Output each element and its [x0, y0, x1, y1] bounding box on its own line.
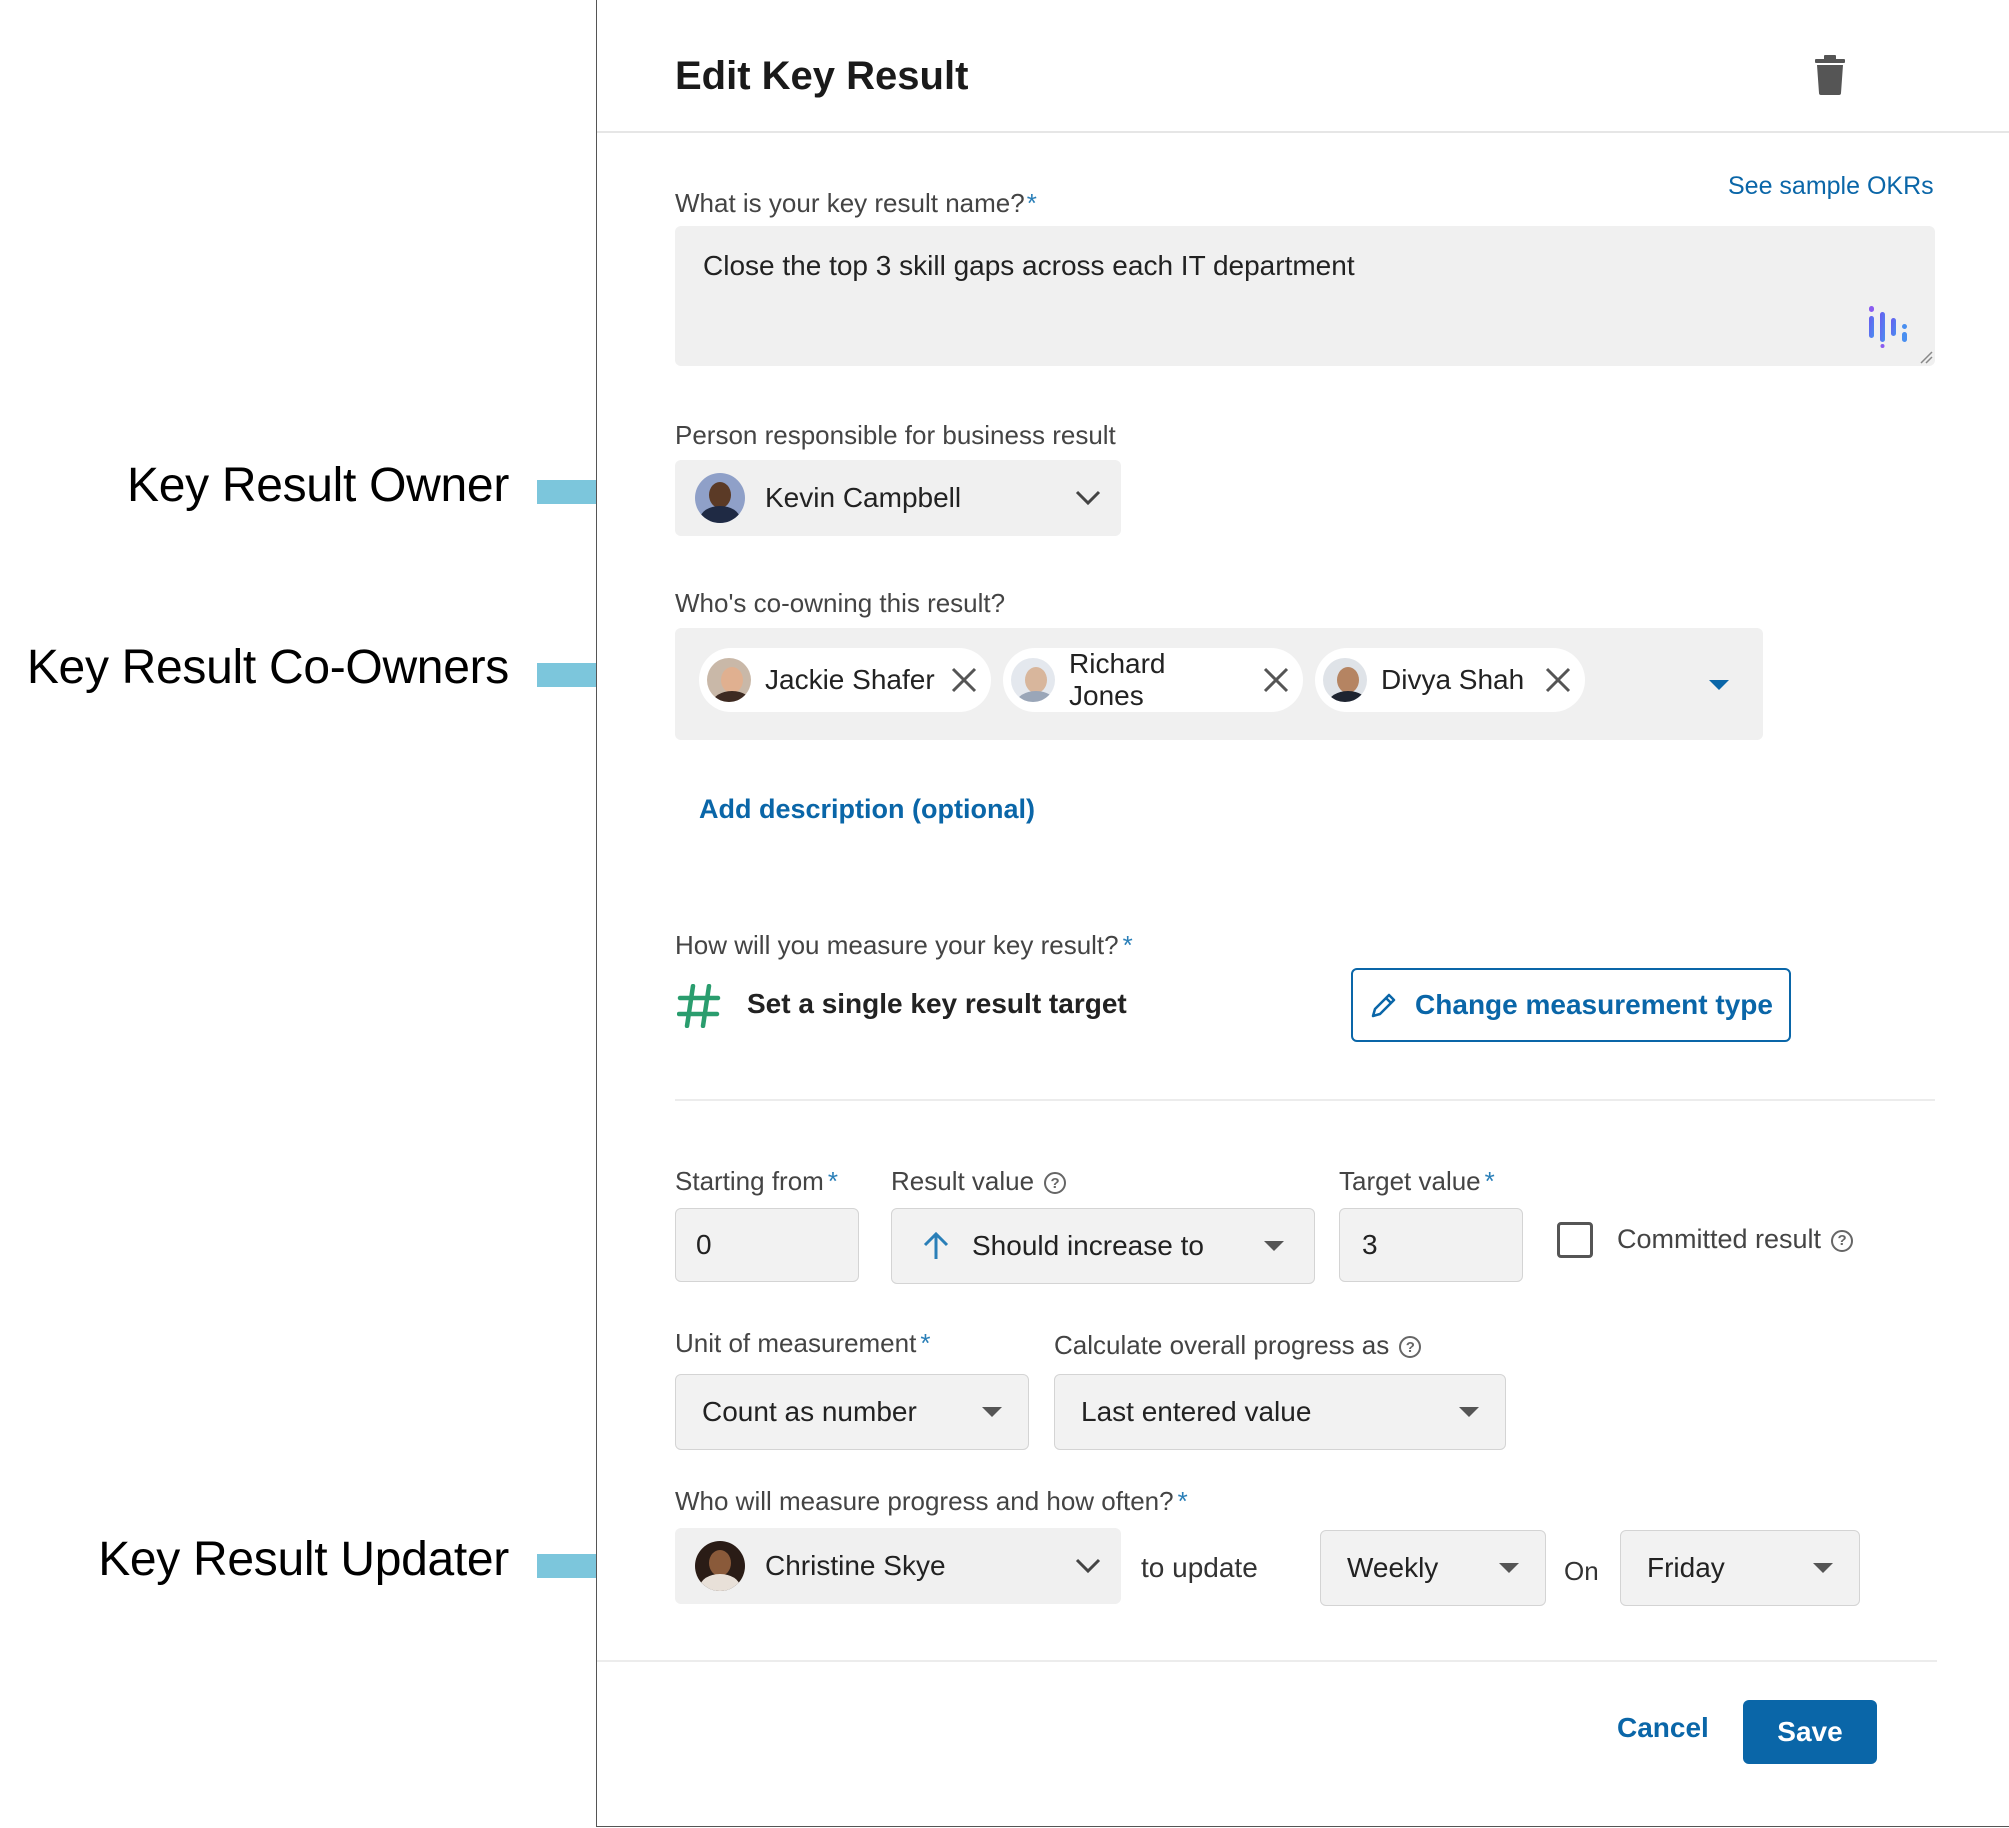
key-result-name-label: What is your key result name?* [675, 188, 1037, 218]
measurement-type: Set a single key result target [747, 988, 1127, 1019]
ai-assist-icon[interactable] [1867, 304, 1907, 348]
hash-icon [677, 984, 721, 1028]
annotation-key-result-co-owners: Key Result Co-Owners [26, 641, 509, 694]
co-owner-name: Divya Shah [1381, 664, 1525, 695]
help-icon[interactable]: ? [1399, 1336, 1422, 1359]
annotation-key-result-updater: Key Result Updater [98, 1533, 509, 1586]
caret-down-icon [1499, 1563, 1519, 1573]
starting-from-label: Starting from * [675, 1166, 838, 1196]
on-text: On [1564, 1556, 1599, 1586]
target-value-value: 3 [1362, 1229, 1378, 1260]
avatar [1011, 658, 1055, 702]
frequency-value: Weekly [1347, 1552, 1439, 1583]
key-result-name-value: Close the top 3 skill gaps across each I… [703, 250, 1355, 281]
see-sample-okrs-link[interactable]: See sample OKRs [1728, 172, 1934, 201]
result-value-value: Should increase to [972, 1230, 1204, 1261]
to-update-text: to update [1141, 1552, 1258, 1583]
save-button[interactable]: Save [1743, 1700, 1877, 1764]
owner-label: Person responsible for business result [675, 420, 1116, 450]
measure-label: How will you measure your key result? * [675, 930, 1133, 960]
co-owner-chip: Richard Jones [1003, 648, 1303, 712]
updater-select[interactable]: Christine Skye [675, 1528, 1121, 1604]
co-owner-chip: Divya Shah [1315, 648, 1585, 712]
resize-handle-icon[interactable] [1919, 350, 1933, 364]
result-value-select[interactable]: Should increase to [891, 1208, 1315, 1284]
help-icon[interactable]: ? [1044, 1172, 1067, 1195]
starting-from-input[interactable]: 0 [675, 1208, 859, 1282]
avatar [1323, 658, 1367, 702]
change-measurement-type-label: Change measurement type [1415, 989, 1773, 1020]
unit-label: Unit of measurement * [675, 1328, 931, 1358]
co-owner-name: Jackie Shafer [765, 664, 935, 695]
help-icon[interactable]: ? [1831, 1229, 1854, 1252]
edit-key-result-panel: Edit Key Result What is your key result … [596, 0, 2009, 1827]
co-owner-chip: Jackie Shafer [699, 648, 991, 712]
caret-down-icon [1813, 1563, 1833, 1573]
target-value-input[interactable]: 3 [1339, 1208, 1523, 1282]
caret-down-icon [1264, 1241, 1284, 1251]
updater-value: Christine Skye [765, 1550, 946, 1581]
co-owners-select[interactable]: Jackie Shafer Richard Jones Divya Shah [675, 628, 1763, 740]
owner-select[interactable]: Kevin Campbell [675, 460, 1121, 536]
pencil-icon [1371, 993, 1396, 1018]
owner-value: Kevin Campbell [765, 482, 962, 513]
frequency-select[interactable]: Weekly [1320, 1530, 1546, 1606]
remove-icon[interactable] [1261, 665, 1291, 695]
unit-value: Count as number [702, 1396, 917, 1427]
key-result-name-input[interactable]: Close the top 3 skill gaps across each I… [675, 226, 1935, 366]
caret-down-icon [1459, 1407, 1479, 1417]
committed-result-checkbox[interactable] [1557, 1222, 1593, 1258]
avatar [707, 658, 751, 702]
header-divider [597, 131, 2009, 133]
progress-label: Calculate overall progress as? [1054, 1330, 1422, 1361]
progress-select[interactable]: Last entered value [1054, 1374, 1506, 1450]
page-title: Edit Key Result [675, 54, 969, 98]
day-select[interactable]: Friday [1620, 1530, 1860, 1606]
co-owners-label: Who's co-owning this result? [675, 588, 1006, 618]
cancel-button[interactable]: Cancel [1617, 1712, 1709, 1744]
footer-divider [597, 1660, 1937, 1662]
chevron-down-icon [1075, 490, 1101, 506]
change-measurement-type-button[interactable]: Change measurement type [1351, 968, 1791, 1042]
progress-value: Last entered value [1081, 1396, 1312, 1427]
remove-icon[interactable] [1543, 665, 1573, 695]
committed-result-label: Committed result? [1617, 1224, 1854, 1255]
caret-down-icon [982, 1407, 1002, 1417]
add-description-link[interactable]: Add description (optional) [699, 794, 1035, 825]
day-value: Friday [1647, 1552, 1725, 1583]
avatar [695, 473, 745, 523]
target-value-label: Target value * [1339, 1166, 1495, 1196]
co-owner-name: Richard Jones [1069, 648, 1166, 711]
result-value-label: Result value? [891, 1166, 1067, 1197]
annotation-key-result-owner: Key Result Owner [126, 459, 509, 512]
trash-icon[interactable] [1813, 55, 1847, 95]
updater-label: Who will measure progress and how often?… [675, 1486, 1188, 1516]
chevron-down-icon [1075, 1558, 1101, 1574]
arrow-up-icon [923, 1231, 949, 1259]
remove-icon[interactable] [949, 665, 979, 695]
section-divider [675, 1099, 1935, 1101]
unit-select[interactable]: Count as number [675, 1374, 1029, 1450]
avatar [695, 1541, 745, 1591]
starting-from-value: 0 [696, 1229, 712, 1260]
caret-down-icon[interactable] [1709, 680, 1729, 690]
